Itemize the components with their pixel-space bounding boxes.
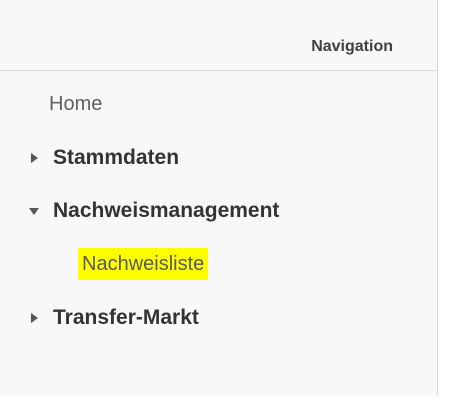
- nav-item-home-label: Home: [49, 92, 103, 115]
- navigation-header: Navigation: [0, 28, 437, 71]
- navigation-panel: Navigation Home Stammdaten Nachweismanag…: [0, 0, 438, 395]
- nav-item-nachweismanagement[interactable]: Nachweismanagement: [27, 195, 279, 227]
- nav-item-transfer-markt-label: Transfer-Markt: [53, 306, 199, 329]
- nav-subitem-nachweisliste-label: Nachweisliste: [82, 252, 205, 275]
- nav-item-stammdaten-label: Stammdaten: [53, 146, 180, 169]
- nav-item-nachweismanagement-label: Nachweismanagement: [53, 199, 280, 222]
- nav-item-transfer-markt[interactable]: Transfer-Markt: [27, 302, 199, 334]
- nav-subitem-nachweisliste[interactable]: Nachweisliste: [78, 248, 209, 280]
- chevron-down-icon: [27, 202, 45, 220]
- chevron-right-icon: [27, 309, 45, 327]
- navigation-title: Navigation: [311, 38, 393, 55]
- nav-item-stammdaten[interactable]: Stammdaten: [27, 142, 179, 174]
- chevron-right-icon: [27, 149, 45, 167]
- nav-item-home[interactable]: Home: [49, 88, 102, 120]
